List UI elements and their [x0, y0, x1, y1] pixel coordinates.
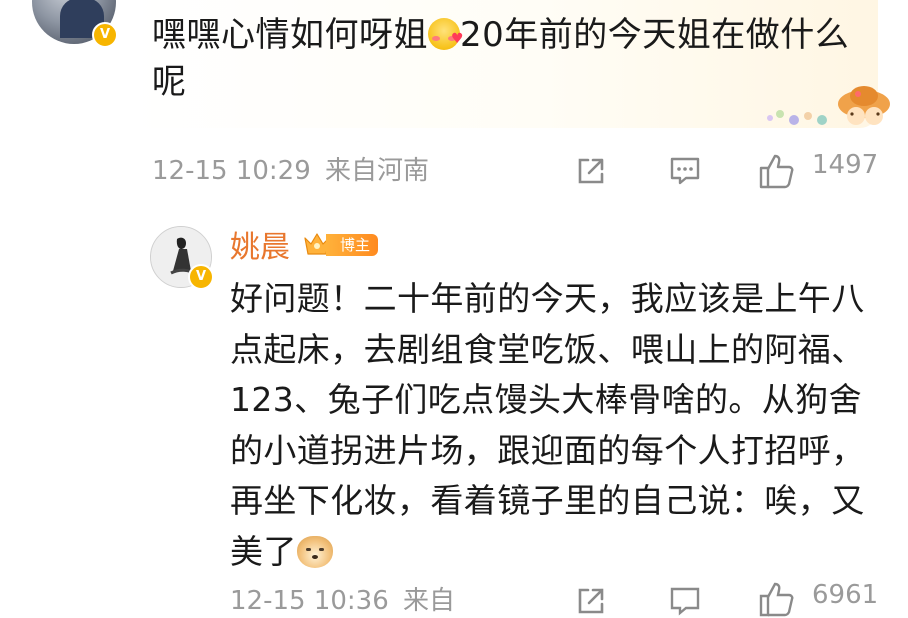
reply-like-icon[interactable]	[758, 580, 796, 618]
doge-emoji-icon	[296, 535, 333, 568]
reply-like-count: 6961	[812, 580, 879, 610]
reply-author-name[interactable]: 姚晨	[230, 222, 290, 266]
comment-like-count: 1497	[812, 150, 879, 180]
reply-meta: 12-15 10:36 来自	[230, 580, 455, 617]
comment-date: 12-15	[152, 156, 228, 186]
reply-share-icon[interactable]	[574, 584, 608, 618]
comment-location: 来自河南	[325, 156, 430, 186]
comment-decoration-icon	[767, 86, 890, 125]
reply-date: 12-15	[230, 586, 306, 616]
smile-blush-emoji-icon: ♥	[428, 18, 463, 50]
comment-meta: 12-15 10:29 来自河南	[152, 150, 429, 187]
reply-comment-icon[interactable]	[668, 584, 702, 618]
blogger-badge: 博主	[302, 230, 382, 258]
reply-location: 来自	[403, 586, 456, 616]
comment-time: 10:29	[235, 156, 311, 186]
reply-time: 10:36	[313, 586, 389, 616]
reply-verified-icon: V	[188, 264, 214, 290]
share-icon[interactable]	[574, 154, 608, 188]
like-icon[interactable]	[758, 152, 796, 190]
comment-icon[interactable]	[668, 154, 702, 188]
reply-text: 好问题！二十年前的今天，我应该是上午八点起床，去剧组食堂吃饭、喂山上的阿福、12…	[230, 279, 865, 571]
verified-icon: V	[92, 22, 118, 48]
